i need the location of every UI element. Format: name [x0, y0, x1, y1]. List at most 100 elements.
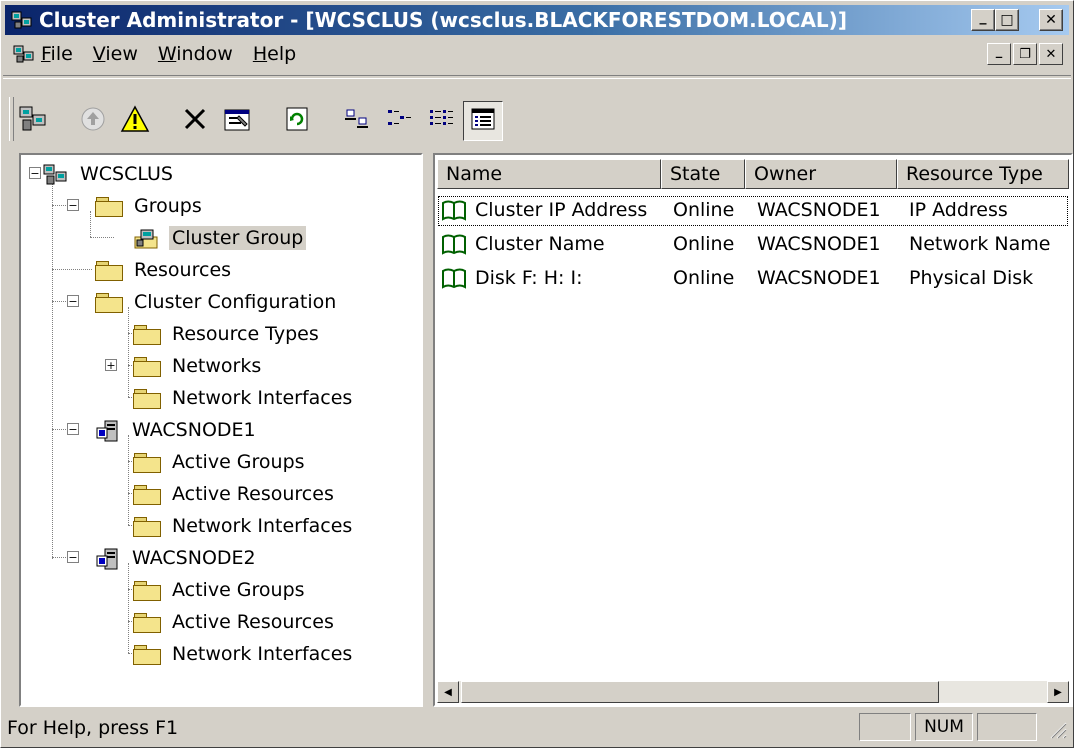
scroll-right-button[interactable]: ▶ — [1047, 681, 1069, 703]
mdi-close-icon: ✕ — [1045, 46, 1057, 62]
tree-label: Network Interfaces — [172, 387, 353, 409]
tree-node-node2-network-interfaces[interactable]: Network Interfaces — [133, 639, 355, 669]
take-offline-button[interactable] — [115, 101, 155, 141]
small-icons-view-button[interactable] — [379, 101, 419, 141]
cluster-tree-pane[interactable]: − − − + − − WCSCLUS Groups Cluster Group… — [19, 153, 423, 707]
tree-node-node2-active-groups[interactable]: Active Groups — [133, 575, 308, 605]
title-bar[interactable]: Cluster Administrator - [WCSCLUS (wcsclu… — [5, 5, 1069, 35]
tree-node-networks[interactable]: Networks — [133, 351, 264, 381]
tree-line — [90, 237, 114, 238]
menu-help[interactable]: Help — [253, 43, 296, 65]
properties-button[interactable] — [217, 101, 257, 141]
tree-node-cluster-root[interactable]: WCSCLUS — [43, 159, 176, 189]
tree-line — [128, 435, 129, 525]
open-connection-button[interactable] — [13, 101, 53, 141]
size-grip-icon[interactable] — [1047, 719, 1067, 744]
column-header-owner[interactable]: Owner — [745, 159, 897, 189]
tree-collapse-root-toggle[interactable]: − — [29, 167, 41, 179]
mdi-restore-button[interactable]: ❐ — [1013, 43, 1037, 65]
tree-node-cluster-configuration[interactable]: Cluster Configuration — [95, 287, 339, 317]
tree-label: WCSCLUS — [80, 163, 173, 185]
bring-online-icon — [77, 104, 109, 138]
tree-node-node1-active-groups[interactable]: Active Groups — [133, 447, 308, 477]
tree-node-wacsnode2[interactable]: WACSNODE2 — [95, 543, 259, 573]
menu-help-rest: elp — [267, 43, 297, 65]
scroll-thumb[interactable] — [461, 681, 939, 703]
list-view-button[interactable] — [421, 101, 461, 141]
tree-expand-networks-toggle[interactable]: + — [105, 359, 117, 371]
tree-node-resources[interactable]: Resources — [95, 255, 234, 285]
resource-list-pane[interactable]: Name State Owner Resource Type Cluster I… — [433, 153, 1073, 707]
tree-collapse-node1-toggle[interactable]: − — [67, 423, 79, 435]
tree-collapse-config-toggle[interactable]: − — [67, 295, 79, 307]
cell-name: Cluster IP Address — [475, 199, 648, 221]
arrow-right-icon: ▶ — [1054, 686, 1062, 698]
horizontal-scrollbar[interactable]: ◀ ▶ — [437, 681, 1069, 703]
large-icons-view-button[interactable] — [337, 101, 377, 141]
tree-node-network-interfaces[interactable]: Network Interfaces — [133, 383, 355, 413]
menu-window[interactable]: Window — [158, 43, 233, 65]
tree-label: Active Groups — [172, 579, 305, 601]
menu-window-accel: W — [157, 43, 177, 65]
mdi-minimize-button[interactable]: _ — [987, 43, 1011, 65]
scroll-left-button[interactable]: ◀ — [437, 681, 459, 703]
resource-book-icon — [441, 199, 467, 221]
menu-window-rest: indow — [176, 43, 233, 65]
tree-label: Networks — [172, 355, 262, 377]
delete-icon — [179, 104, 211, 138]
refresh-button[interactable] — [277, 101, 317, 141]
tree-line — [52, 269, 92, 270]
menu-file[interactable]: File — [41, 43, 73, 65]
tree-node-node2-active-resources[interactable]: Active Resources — [133, 607, 337, 637]
tree-node-node1-network-interfaces[interactable]: Network Interfaces — [133, 511, 355, 541]
tree-label: Resource Types — [172, 323, 319, 345]
menu-file-rest: ile — [50, 43, 73, 65]
tree-node-wacsnode1[interactable]: WACSNODE1 — [95, 415, 259, 445]
details-view-icon — [467, 104, 499, 138]
tree-label: Network Interfaces — [172, 643, 353, 665]
column-header-resource-type[interactable]: Resource Type — [897, 159, 1069, 189]
menu-view[interactable]: View — [93, 43, 138, 65]
details-view-button[interactable] — [463, 101, 503, 141]
close-button[interactable]: ✕ — [1039, 9, 1063, 31]
take-offline-icon — [119, 104, 151, 138]
table-row[interactable]: Cluster Name Online WACSNODE1 Network Na… — [437, 229, 1069, 261]
folder-icon — [133, 516, 161, 537]
tree-label: WACSNODE1 — [132, 419, 256, 441]
menu-bar: File View Window Help _ ❐ ✕ — [5, 39, 1069, 69]
menu-help-accel: H — [252, 43, 268, 65]
table-row[interactable]: Cluster IP Address Online WACSNODE1 IP A… — [437, 195, 1069, 227]
minimize-button[interactable]: _ — [971, 9, 995, 31]
tree-label: Active Groups — [172, 451, 305, 473]
properties-icon — [221, 104, 253, 138]
folder-icon — [95, 292, 123, 313]
status-help-text: For Help, press F1 — [7, 717, 179, 739]
maximize-icon: □ — [1000, 12, 1014, 28]
cell-resource-type: Network Name — [909, 233, 1051, 255]
document-system-menu-icon[interactable] — [13, 44, 35, 64]
tree-node-cluster-group[interactable]: Cluster Group — [133, 223, 307, 253]
cluster-app-icon[interactable] — [11, 10, 33, 30]
delete-button[interactable] — [175, 101, 215, 141]
cell-state: Online — [673, 199, 735, 221]
bring-online-button[interactable] — [73, 101, 113, 141]
tree-collapse-node2-toggle[interactable]: − — [67, 551, 79, 563]
list-view-icon — [425, 104, 457, 138]
tree-node-groups[interactable]: Groups — [95, 191, 205, 221]
tree-node-resource-types[interactable]: Resource Types — [133, 319, 322, 349]
status-panel-num: NUM — [915, 713, 973, 741]
folder-icon — [133, 644, 161, 665]
column-header-name[interactable]: Name — [437, 159, 661, 189]
tree-node-node1-active-resources[interactable]: Active Resources — [133, 479, 337, 509]
server-node-icon — [95, 420, 121, 442]
mdi-restore-icon: ❐ — [1019, 46, 1031, 62]
cell-resource-type: Physical Disk — [909, 267, 1034, 289]
tree-collapse-groups-toggle[interactable]: − — [67, 199, 79, 211]
menu-file-accel: F — [41, 43, 51, 65]
column-header-state[interactable]: State — [661, 159, 745, 189]
table-row[interactable]: Disk F: H: I: Online WACSNODE1 Physical … — [437, 263, 1069, 295]
maximize-button[interactable]: □ — [995, 9, 1019, 31]
tree-label: Groups — [134, 195, 202, 217]
mdi-close-button[interactable]: ✕ — [1039, 43, 1063, 65]
cell-state: Online — [673, 267, 735, 289]
